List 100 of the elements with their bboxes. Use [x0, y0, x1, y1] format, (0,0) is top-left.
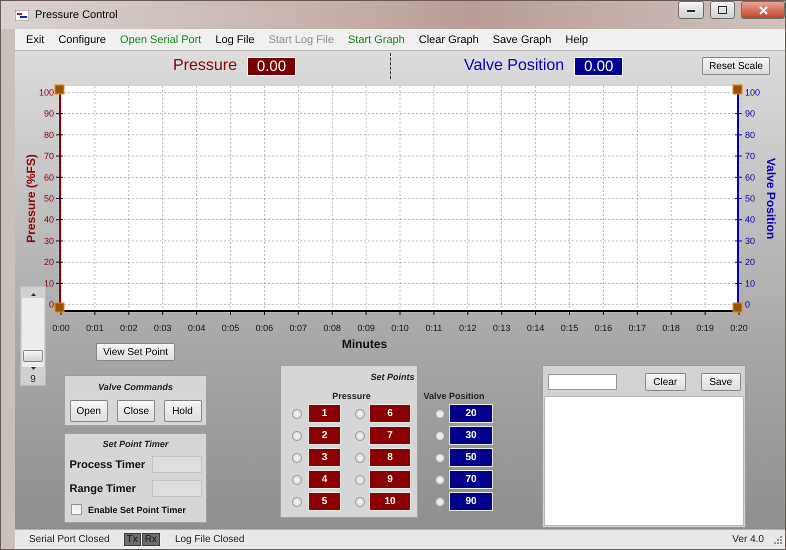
axis-tick-label: 0 [48, 300, 54, 310]
valve-position-value: 0.00 [574, 56, 624, 76]
radio-button[interactable] [435, 496, 445, 506]
valve-set-point[interactable]: 30 [449, 426, 493, 445]
pressure-set-point[interactable]: 4 [308, 470, 341, 489]
group-title: Set Point Timer [102, 439, 168, 449]
axis-tick-label: 30 [745, 236, 756, 246]
cursor-marker[interactable] [732, 84, 742, 94]
pressure-set-point[interactable]: 9 [369, 470, 411, 489]
cursor-marker[interactable] [54, 84, 64, 94]
view-set-point-button[interactable]: View Set Point [96, 343, 175, 361]
minimize-icon [687, 8, 695, 12]
minimize-button[interactable] [678, 1, 704, 19]
valve-command-button[interactable]: Open [70, 400, 108, 422]
window-title: Pressure Control [35, 9, 119, 21]
maximize-button[interactable] [710, 1, 735, 19]
radio-button[interactable] [355, 430, 365, 440]
radio-button[interactable] [292, 408, 302, 418]
axis-tick-label: 80 [745, 130, 756, 140]
axis-tick-label: 0:05 [222, 323, 240, 333]
checkbox-label: Enable Set Point Timer [88, 504, 186, 514]
timer-field[interactable] [152, 480, 202, 497]
reset-scale-button[interactable]: Reset Scale [702, 57, 770, 75]
radio-button[interactable] [435, 408, 445, 418]
pressure-set-point[interactable]: 1 [308, 404, 341, 423]
cursor-marker[interactable] [732, 302, 742, 312]
radio-button[interactable] [435, 430, 445, 440]
valve-set-point[interactable]: 70 [449, 470, 493, 489]
radio-button[interactable] [355, 452, 365, 462]
log-text-area[interactable] [544, 396, 744, 526]
axis-tick-label: 10 [44, 278, 54, 288]
radio-button[interactable] [435, 452, 445, 462]
menu-item[interactable]: Save Graph [486, 34, 558, 46]
axis-tick-label: 20 [745, 257, 756, 268]
pressure-set-point[interactable]: 7 [369, 426, 411, 445]
scale-slider[interactable]: 9 [20, 286, 46, 386]
axis-tick-label: 0:17 [628, 323, 646, 333]
radio-button[interactable] [435, 474, 445, 484]
pressure-set-point[interactable]: 3 [308, 448, 341, 467]
pressure-set-point[interactable]: 5 [308, 492, 341, 511]
axis-tick-label: 50 [745, 194, 756, 204]
cursor-marker[interactable] [54, 302, 64, 312]
axis-tick-label: 40 [745, 214, 756, 225]
menu-item[interactable]: Configure [51, 34, 114, 46]
group-title: Set Points [370, 372, 414, 382]
radio-button[interactable] [355, 408, 365, 418]
menu-item[interactable]: Log File [208, 34, 262, 46]
menu-item[interactable]: Exit [19, 34, 52, 46]
axis-tick-label: 0:11 [425, 323, 442, 333]
axis-tick-label: 0:06 [256, 323, 274, 333]
pressure-set-point[interactable]: 8 [369, 448, 411, 467]
checkbox[interactable] [71, 504, 82, 515]
pressure-value: 0.00 [247, 56, 296, 76]
valve-set-point[interactable]: 50 [449, 448, 493, 467]
axis-title: Minutes [342, 337, 388, 351]
pressure-set-point[interactable]: 10 [369, 492, 411, 511]
field-label: Range Timer [70, 482, 136, 494]
log-input-field[interactable] [548, 374, 617, 390]
column-header: Pressure [332, 391, 371, 401]
tx-indicator: Tx [124, 533, 141, 546]
axis-tick-label: 50 [44, 194, 54, 204]
valve-command-button[interactable]: Hold [164, 400, 202, 422]
slider-thumb[interactable] [23, 350, 43, 362]
axis-tick-label: 0:03 [154, 323, 172, 333]
axis-tick-label: 70 [44, 151, 54, 162]
up-arrow-icon [30, 293, 36, 296]
close-button[interactable] [741, 1, 785, 19]
menu-item[interactable]: Open Serial Port [113, 34, 208, 46]
app-icon [15, 10, 29, 20]
radio-button[interactable] [292, 452, 302, 462]
serial-status: Serial Port Closed [28, 534, 111, 545]
radio-button[interactable] [355, 496, 365, 506]
valve-command-button[interactable]: Close [116, 400, 154, 422]
axis-tick-label: 0:07 [290, 323, 308, 333]
axis-tick-label: 0:16 [594, 323, 612, 333]
close-icon [758, 6, 768, 14]
axis-tick-label: 20 [44, 257, 54, 268]
axis-tick-label: 0:04 [188, 323, 206, 333]
valve-set-point[interactable]: 20 [449, 404, 493, 423]
axis-tick-label: 60 [44, 172, 54, 182]
radio-button[interactable] [292, 430, 302, 440]
axis-tick-label: 70 [745, 151, 756, 162]
menu-item[interactable]: Start Graph [340, 34, 412, 46]
axis-tick-label: 30 [44, 236, 54, 246]
menu-item[interactable]: Clear Graph [412, 34, 486, 46]
axis-tick-label: 0:02 [120, 323, 138, 333]
axis-tick-label: 0:01 [86, 323, 104, 333]
axis-title: Pressure (%FS) [24, 154, 38, 243]
pressure-set-point[interactable]: 6 [369, 404, 411, 423]
radio-button[interactable] [355, 474, 365, 484]
timer-field[interactable] [152, 456, 202, 473]
axis-title: Valve Position [764, 158, 778, 240]
valve-set-point[interactable]: 90 [449, 492, 493, 511]
pressure-set-point[interactable]: 2 [308, 426, 341, 445]
radio-button[interactable] [292, 474, 302, 484]
save-button[interactable]: Save [700, 373, 741, 391]
clear-button[interactable]: Clear [645, 373, 686, 391]
radio-button[interactable] [292, 496, 302, 506]
menu-item[interactable]: Help [558, 34, 596, 46]
axis-tick-label: 0:08 [323, 323, 341, 333]
